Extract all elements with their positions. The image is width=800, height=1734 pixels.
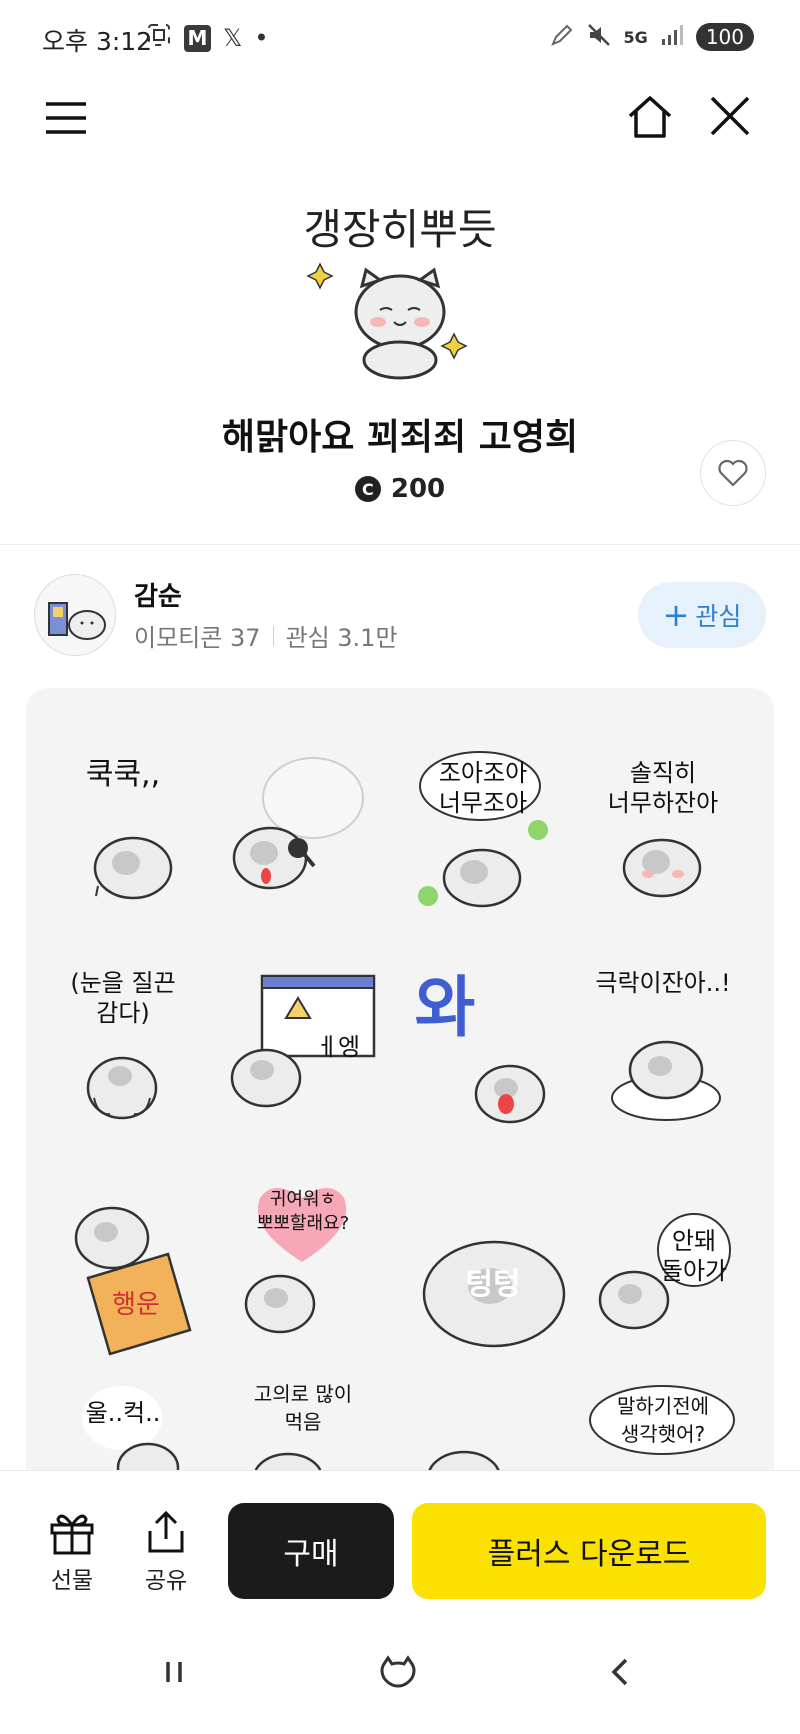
heart-icon bbox=[718, 459, 748, 487]
buy-button[interactable]: 구매 bbox=[228, 1503, 394, 1599]
creator-avatar[interactable] bbox=[34, 574, 116, 656]
home-nav-icon bbox=[380, 1655, 416, 1688]
section-divider bbox=[0, 544, 800, 545]
sticker-text: (눈을 질끈 감다) bbox=[70, 969, 176, 1027]
share-label: 공유 bbox=[144, 1568, 188, 1594]
gift-label: 선물 bbox=[50, 1568, 94, 1594]
emoticon-count: 이모티콘 37 bbox=[134, 624, 261, 652]
status-time: 오후 3:12 bbox=[42, 27, 153, 56]
signal-icon bbox=[660, 23, 684, 51]
sticker-item[interactable]: 솔직히 너무하잔아 bbox=[578, 738, 748, 938]
status-right-icons: 5G 100 bbox=[550, 22, 754, 52]
sticker-text: 안돼 돌아가 bbox=[660, 1227, 728, 1285]
follow-label: 관심 bbox=[695, 602, 742, 631]
sticker-item[interactable]: 조아조아 너무조아 bbox=[398, 738, 568, 938]
battery-icon: 100 bbox=[695, 23, 754, 51]
network-5g-icon: 5G bbox=[623, 27, 648, 47]
price-value: 200 bbox=[390, 474, 446, 504]
recents-button[interactable] bbox=[144, 1650, 204, 1694]
home-icon bbox=[628, 96, 672, 138]
sticker-text: ㅔ엥 bbox=[315, 1033, 361, 1061]
menu-icon bbox=[46, 102, 86, 134]
x-app-icon: 𝕏 bbox=[223, 24, 243, 52]
follower-count: 관심 3.1만 bbox=[285, 624, 398, 652]
sticker-text: 와 bbox=[414, 969, 476, 1046]
coin-icon: C bbox=[354, 476, 381, 502]
home-nav-button[interactable] bbox=[368, 1650, 428, 1694]
creator-row: 감순 이모티콘 37 관심 3.1만 + 관심 bbox=[0, 570, 800, 670]
price-row: C 200 bbox=[0, 474, 800, 504]
sticker-text: 쿡쿡,, bbox=[85, 757, 161, 792]
sticker-item[interactable] bbox=[218, 738, 388, 938]
back-button[interactable] bbox=[592, 1650, 652, 1694]
sticker-text: 귀여워ㅎ 뽀뽀할래요? bbox=[256, 1189, 350, 1234]
home-button[interactable] bbox=[620, 86, 680, 146]
sticker-text: 고의로 많이 먹음 bbox=[253, 1382, 353, 1434]
top-nav bbox=[0, 76, 800, 186]
gift-icon bbox=[50, 1514, 94, 1555]
close-button[interactable] bbox=[700, 86, 760, 146]
sticker-text: 조아조아 너무조아 bbox=[438, 759, 528, 817]
dot-icon: • bbox=[254, 24, 269, 52]
m-app-icon: M bbox=[184, 24, 211, 52]
sticker-item[interactable]: (눈을 질끈 감다) bbox=[38, 948, 208, 1148]
preview-sticker-art bbox=[300, 262, 500, 382]
like-button[interactable] bbox=[700, 440, 766, 506]
menu-button[interactable] bbox=[40, 88, 100, 148]
sticker-item[interactable]: 쿡쿡,, bbox=[38, 738, 208, 938]
preview-caption: 갱장히뿌듯 bbox=[303, 205, 497, 254]
mute-icon bbox=[586, 22, 612, 52]
emoticon-title: 해맑아요 꾀죄죄 고영희 bbox=[221, 417, 579, 458]
share-button[interactable]: 공유 bbox=[134, 1507, 198, 1597]
sticker-item[interactable]: 안돼 돌아가 bbox=[578, 1158, 748, 1358]
recents-icon bbox=[166, 1662, 182, 1682]
sticker-text: 울..컥.. bbox=[85, 1399, 161, 1427]
pen-icon bbox=[550, 23, 574, 51]
sticker-text: 말하기전에 생각햇어? bbox=[617, 1394, 709, 1446]
sticker-item[interactable]: ㅔ엥 bbox=[218, 948, 388, 1148]
sticker-text: 솔직히 너무하잔아 bbox=[607, 759, 719, 817]
plus-download-button[interactable]: 플러스 다운로드 bbox=[412, 1503, 766, 1599]
sticker-item[interactable]: 극락이잔아..! bbox=[578, 948, 748, 1148]
screenshot-icon bbox=[146, 22, 172, 54]
sticker-item[interactable]: 행운 bbox=[38, 1158, 208, 1358]
sticker-item[interactable]: 귀여워ㅎ 뽀뽀할래요? bbox=[218, 1158, 388, 1358]
system-nav-bar bbox=[0, 1610, 800, 1734]
bottom-action-bar: 선물 공유 구매 플러스 다운로드 bbox=[0, 1470, 800, 1610]
sticker-text: 극락이잔아..! bbox=[595, 969, 731, 997]
status-left-icons: M 𝕏 • bbox=[146, 22, 269, 54]
gift-button[interactable]: 선물 bbox=[40, 1507, 104, 1597]
creator-name[interactable]: 감순 bbox=[134, 576, 182, 613]
sticker-item[interactable]: 와 bbox=[398, 948, 568, 1148]
sticker-text: 텅텅 bbox=[465, 1267, 521, 1302]
product-hero: 갱장히뿌듯 해맑아요 꾀죄죄 고영희 C 200 bbox=[0, 186, 800, 546]
creator-meta: 이모티콘 37 관심 3.1만 bbox=[134, 618, 398, 653]
status-bar: 오후 3:12 M 𝕏 • 5G 100 bbox=[0, 0, 800, 76]
sticker-text: 행운 bbox=[112, 1290, 160, 1320]
sticker-item[interactable]: 텅텅 bbox=[398, 1158, 568, 1358]
follow-button[interactable]: + 관심 bbox=[638, 582, 766, 648]
close-icon bbox=[710, 96, 750, 136]
back-icon bbox=[611, 1658, 628, 1686]
meta-separator bbox=[272, 625, 274, 646]
plus-icon: + bbox=[662, 596, 690, 634]
share-icon bbox=[148, 1510, 184, 1553]
